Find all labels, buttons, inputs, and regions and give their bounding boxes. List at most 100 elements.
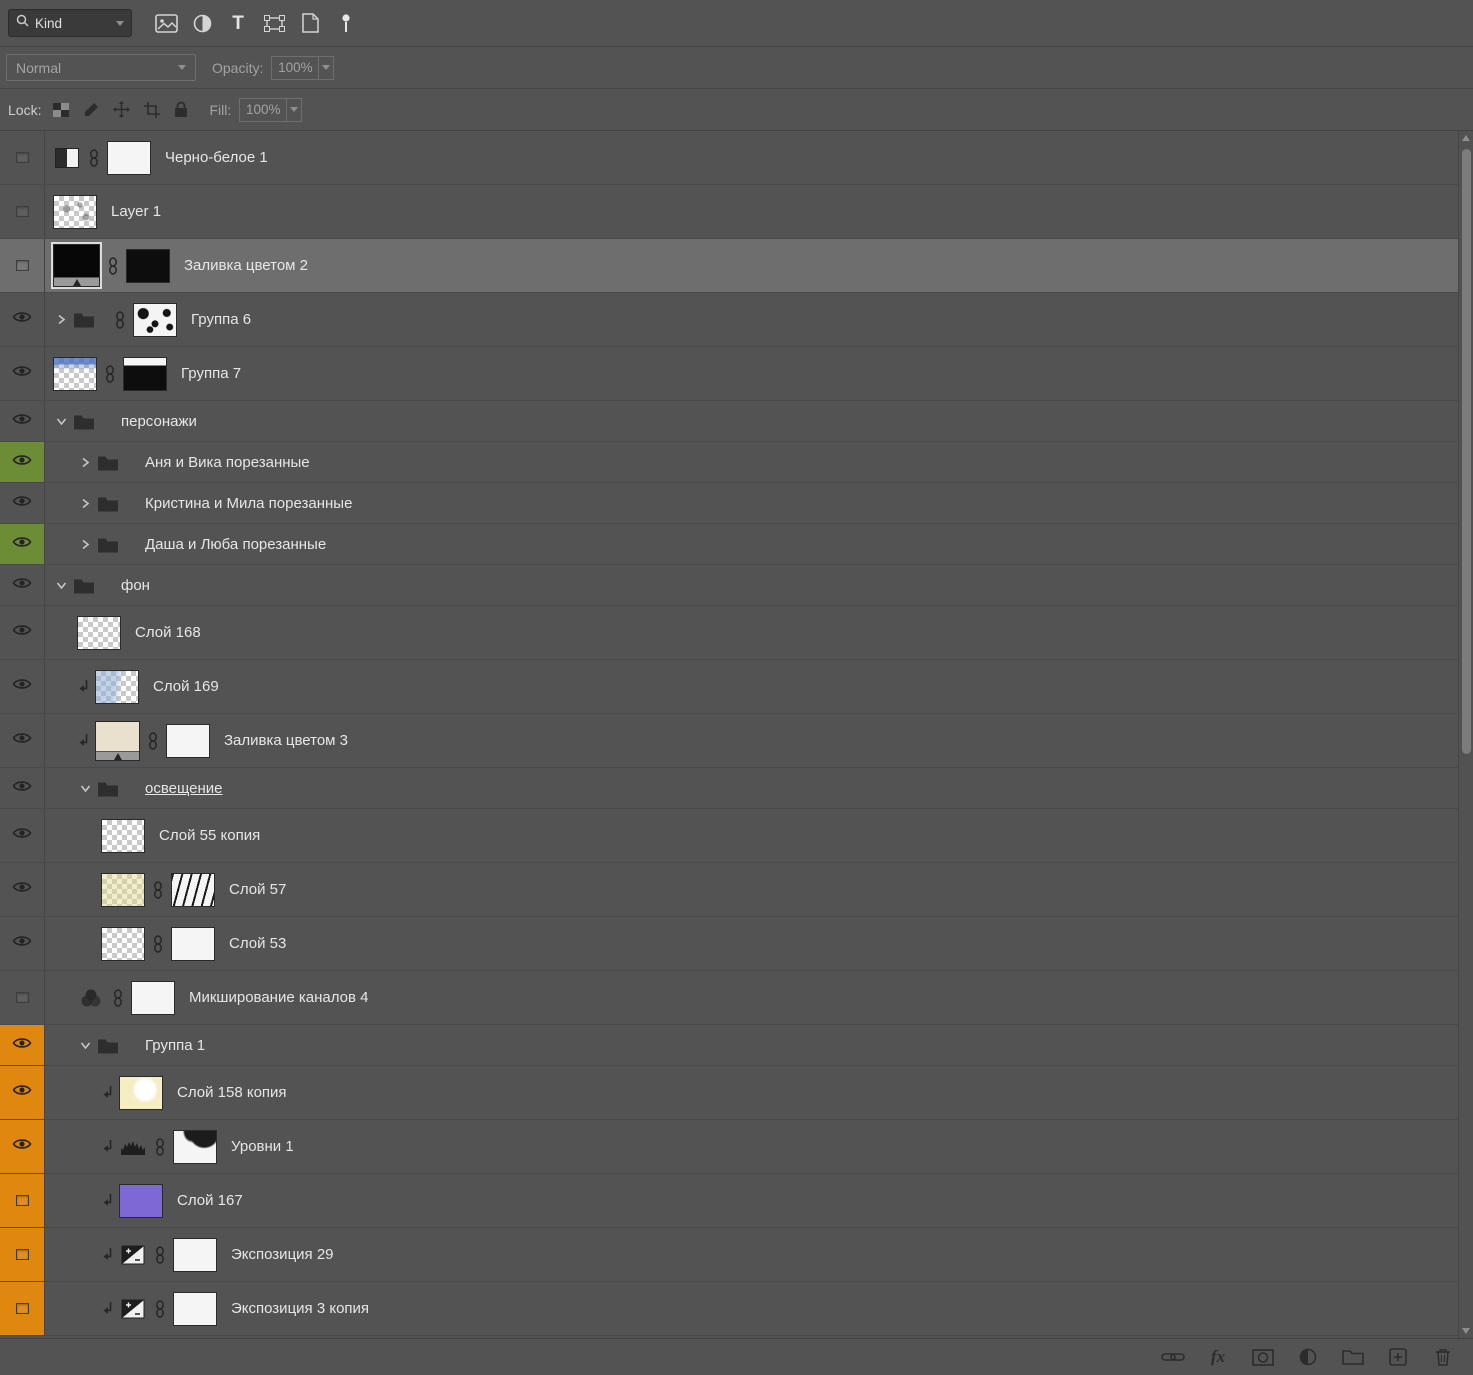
visibility-toggle[interactable] — [0, 917, 45, 970]
layer-row-11[interactable]: Слой 168 — [0, 606, 1458, 660]
layer-name[interactable]: Микширование каналов 4 — [189, 989, 368, 1006]
layer-name[interactable]: Аня и Вика порезанные — [145, 454, 310, 471]
layer-name[interactable]: Слой 55 копия — [159, 827, 260, 844]
layer-mask-thumbnail[interactable] — [173, 1237, 217, 1272]
mask-link-icon[interactable] — [153, 880, 163, 899]
visibility-toggle[interactable] — [0, 347, 45, 400]
mask-link-icon[interactable] — [155, 1245, 165, 1264]
layer-name[interactable]: Черно-белое 1 — [165, 149, 268, 166]
opacity-value[interactable]: 100% — [272, 57, 318, 79]
filter-kind-select[interactable]: Kind — [8, 9, 132, 37]
expand-chevron-icon[interactable] — [77, 498, 93, 509]
layer-row-8[interactable]: Кристина и Мила порезанные — [0, 483, 1458, 524]
layer-thumbnail[interactable] — [119, 1075, 163, 1110]
layer-mask-thumbnail[interactable] — [171, 872, 215, 907]
visibility-toggle[interactable] — [0, 971, 45, 1024]
new-layer-icon[interactable] — [1386, 1348, 1410, 1366]
layer-row-18[interactable]: Микширование каналов 4 — [0, 971, 1458, 1025]
link-layers-icon[interactable] — [1161, 1351, 1185, 1363]
collapse-chevron-icon[interactable] — [77, 783, 93, 794]
layer-thumbnail[interactable] — [77, 615, 121, 650]
layer-row-3[interactable]: Заливка цветом 2 — [0, 239, 1458, 293]
layer-thumbnail[interactable] — [53, 194, 97, 229]
layer-row-9[interactable]: Даша и Люба порезанные — [0, 524, 1458, 565]
layer-row-7[interactable]: Аня и Вика порезанные — [0, 442, 1458, 483]
filter-smart-objects-icon[interactable] — [298, 13, 322, 33]
layer-mask-thumbnail[interactable] — [126, 248, 170, 283]
scrollbar[interactable] — [1458, 131, 1473, 1338]
layer-thumbnail[interactable] — [119, 1183, 163, 1218]
visibility-toggle[interactable] — [0, 565, 45, 605]
fill-value[interactable]: 100% — [240, 99, 286, 121]
visibility-toggle[interactable] — [0, 1228, 45, 1281]
layer-name[interactable]: Слой 169 — [153, 678, 219, 695]
layer-name[interactable]: Заливка цветом 3 — [224, 732, 348, 749]
visibility-toggle[interactable] — [0, 863, 45, 916]
lock-pixels-icon[interactable] — [83, 102, 99, 118]
mask-link-icon[interactable] — [89, 148, 99, 167]
layer-row-22[interactable]: Слой 167 — [0, 1174, 1458, 1228]
layer-row-14[interactable]: освещение — [0, 768, 1458, 809]
visibility-toggle[interactable] — [0, 606, 45, 659]
layer-row-20[interactable]: Слой 158 копия — [0, 1066, 1458, 1120]
lock-all-icon[interactable] — [174, 101, 188, 118]
layer-mask-thumbnail[interactable] — [123, 356, 167, 391]
layer-name[interactable]: Группа 6 — [191, 311, 251, 328]
layer-row-5[interactable]: Группа 7 — [0, 347, 1458, 401]
expand-chevron-icon[interactable] — [53, 314, 69, 325]
layer-row-23[interactable]: Экспозиция 29 — [0, 1228, 1458, 1282]
visibility-toggle[interactable] — [0, 401, 45, 441]
layer-row-16[interactable]: Слой 57 — [0, 863, 1458, 917]
layer-name[interactable]: Уровни 1 — [231, 1138, 294, 1155]
visibility-toggle[interactable] — [0, 185, 45, 238]
layer-row-24[interactable]: Экспозиция 3 копия — [0, 1282, 1458, 1336]
scrollbar-thumb[interactable] — [1461, 149, 1471, 754]
collapse-chevron-icon[interactable] — [53, 416, 69, 427]
layer-thumbnail[interactable] — [95, 669, 139, 704]
delete-layer-icon[interactable] — [1431, 1348, 1455, 1366]
layer-thumbnail[interactable] — [101, 818, 145, 853]
visibility-toggle[interactable] — [0, 1120, 45, 1173]
layer-thumbnail[interactable] — [53, 356, 97, 391]
visibility-toggle[interactable] — [0, 768, 45, 808]
layer-row-10[interactable]: фон — [0, 565, 1458, 606]
layer-thumbnail[interactable] — [101, 872, 145, 907]
expand-chevron-icon[interactable] — [77, 539, 93, 550]
new-group-icon[interactable] — [1341, 1349, 1365, 1365]
layer-name[interactable]: персонажи — [121, 413, 197, 430]
visibility-toggle[interactable] — [0, 660, 45, 713]
blend-mode-select[interactable]: Normal — [6, 54, 196, 81]
layer-row-19[interactable]: Группа 1 — [0, 1025, 1458, 1066]
add-layer-mask-icon[interactable] — [1251, 1348, 1275, 1366]
visibility-toggle[interactable] — [0, 442, 45, 482]
collapse-chevron-icon[interactable] — [53, 580, 69, 591]
layer-row-12[interactable]: Слой 169 — [0, 660, 1458, 714]
visibility-toggle[interactable] — [0, 1174, 45, 1227]
layer-name[interactable]: Группа 7 — [181, 365, 241, 382]
layer-name[interactable]: Layer 1 — [111, 203, 161, 220]
fill-input[interactable]: 100% — [239, 97, 303, 122]
layer-row-1[interactable]: Черно-белое 1 — [0, 131, 1458, 185]
filter-type-layers-icon[interactable]: T — [226, 14, 250, 33]
expand-chevron-icon[interactable] — [77, 457, 93, 468]
opacity-dropdown-icon[interactable] — [318, 56, 333, 79]
layer-name[interactable]: Слой 53 — [229, 935, 286, 952]
mask-link-icon[interactable] — [148, 731, 158, 750]
layer-name[interactable]: Экспозиция 3 копия — [231, 1300, 369, 1317]
layer-row-21[interactable]: Уровни 1 — [0, 1120, 1458, 1174]
layer-mask-thumbnail[interactable] — [173, 1291, 217, 1326]
layer-thumbnail[interactable] — [95, 720, 140, 761]
layer-row-17[interactable]: Слой 53 — [0, 917, 1458, 971]
mask-link-icon[interactable] — [155, 1137, 165, 1156]
layer-mask-thumbnail[interactable] — [166, 723, 210, 758]
visibility-toggle[interactable] — [0, 131, 45, 184]
visibility-toggle[interactable] — [0, 809, 45, 862]
layer-mask-thumbnail[interactable] — [171, 926, 215, 961]
layer-name[interactable]: Группа 1 — [145, 1037, 205, 1054]
lock-artboard-icon[interactable] — [144, 101, 161, 118]
layer-name[interactable]: освещение — [145, 780, 223, 797]
layer-thumbnail[interactable] — [53, 244, 100, 287]
visibility-toggle[interactable] — [0, 239, 45, 292]
visibility-toggle[interactable] — [0, 293, 45, 346]
lock-position-icon[interactable] — [113, 101, 131, 118]
